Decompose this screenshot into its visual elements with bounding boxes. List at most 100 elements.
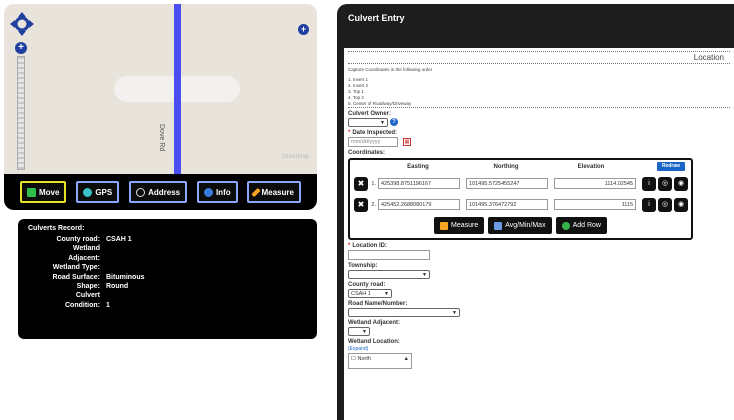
pan-control[interactable]: [10, 12, 34, 36]
pan-arrows-icon[interactable]: [10, 12, 34, 36]
expand-link[interactable]: (Expand): [348, 346, 730, 352]
township-label: Township:: [348, 263, 378, 269]
coordinate-row: ✖ 2. 425452.2688080179 101495.376472792 …: [352, 195, 689, 214]
delete-row-icon[interactable]: ✖: [354, 197, 368, 212]
measure-label: Measure: [451, 222, 479, 229]
record-title: Culverts Record:: [28, 225, 85, 232]
add-row-label: Add Row: [572, 222, 601, 229]
culvert-owner-row: ▼ ?: [348, 117, 730, 127]
info-icon[interactable]: i: [642, 197, 656, 212]
record-row: Wetland Type:: [28, 263, 307, 272]
chevron-down-icon: ▼: [452, 309, 457, 316]
date-inspected-text: Date Inspected:: [352, 130, 398, 136]
record-value: 1: [106, 301, 110, 309]
avg-min-max-button[interactable]: Avg/Min/Max: [488, 217, 552, 234]
date-row: mm/dd/yyyy ▦: [348, 136, 730, 147]
northing-field[interactable]: 101495.5725455247: [466, 178, 548, 189]
order-item: 5. Center of Roadway/Driveway: [348, 101, 412, 106]
delete-row-icon[interactable]: ✖: [354, 176, 368, 191]
coordinate-row: ✖ 1. 425398.8751196167 101495.5725455247…: [352, 174, 689, 193]
chart-icon: [494, 221, 503, 230]
scroll-up-icon[interactable]: ▲: [404, 356, 409, 366]
chevron-down-icon: ▼: [362, 328, 367, 335]
zoom-track[interactable]: [17, 56, 25, 170]
culvert-form: Location Capture Coordinates in the foll…: [344, 48, 734, 420]
pencil-icon: [251, 187, 262, 197]
record-value: Round: [106, 282, 129, 290]
search-icon: [136, 187, 146, 197]
northing-header: Northing: [493, 164, 519, 170]
zoom-in-icon[interactable]: +: [15, 42, 27, 54]
gps-capture-icon[interactable]: ◎: [658, 197, 672, 212]
map-panel[interactable]: Dove Rd StreetMap + + Move GPS Address I…: [4, 4, 317, 210]
panel-title: Culvert Entry: [348, 13, 405, 23]
elevation-field[interactable]: 1114.02545: [554, 178, 636, 189]
map-toolbar: Move GPS Address Info Measure: [4, 174, 317, 210]
coordinates-table: Easting Northing Elevation Redraw ✖ 1. 4…: [348, 158, 693, 240]
info-button-label: Info: [215, 187, 231, 197]
county-road-value: CSAH 1: [351, 290, 371, 297]
elevation-header: Elevation: [577, 164, 605, 170]
info-icon[interactable]: i: [642, 176, 656, 191]
easting-field[interactable]: 425452.2688080179: [378, 199, 460, 210]
move-button[interactable]: Move: [20, 181, 67, 203]
pencil-icon: [440, 221, 448, 230]
township-select[interactable]: ▼: [348, 270, 430, 279]
record-key: Adjacent:: [68, 254, 100, 262]
elevation-field[interactable]: 1115: [554, 199, 636, 210]
wetland-option[interactable]: ☐ North: [351, 356, 371, 366]
measure-tool-label: Measure: [261, 187, 294, 197]
county-road-select[interactable]: CSAH 1 ▼: [348, 289, 392, 298]
calendar-icon[interactable]: ▦: [403, 137, 411, 146]
location-id-text: Location ID:: [352, 243, 388, 249]
record-key: Shape:: [76, 282, 100, 290]
record-key: Road Surface:: [52, 273, 100, 281]
wetland-option-label: North: [357, 356, 371, 362]
record-row: Culvert: [28, 291, 307, 300]
measure-button[interactable]: Measure: [434, 217, 485, 234]
app-root: Dove Rd StreetMap + + Move GPS Address I…: [0, 0, 734, 420]
move-button-label: Move: [39, 187, 60, 197]
location-id-field[interactable]: [348, 250, 430, 260]
address-button[interactable]: Address: [129, 181, 188, 203]
address-button-label: Address: [148, 187, 181, 197]
record-row: Condition: 1: [28, 301, 307, 310]
info-button[interactable]: Info: [196, 181, 238, 203]
help-icon[interactable]: ?: [390, 118, 398, 126]
globe-icon[interactable]: ◉: [674, 176, 688, 191]
coordinate-actions: Measure Avg/Min/Max Add Row: [352, 217, 689, 234]
culvert-owner-select[interactable]: ▼: [348, 118, 388, 127]
record-key: County road:: [56, 236, 100, 243]
record-key: Culvert: [75, 292, 100, 300]
plus-circle-icon: [561, 221, 570, 230]
location-section-header: Location: [348, 51, 730, 64]
record-key: Wetland: [72, 245, 100, 253]
measure-tool-button[interactable]: Measure: [247, 181, 301, 203]
wetland-adjacent-select[interactable]: ▼: [348, 327, 370, 336]
record-row: County road: CSAH 1: [28, 235, 307, 244]
culverts-record-panel: Culverts Record: County road: CSAH 1 Wetl…: [18, 219, 317, 339]
road-name-label: Dove Rd: [158, 124, 165, 152]
gps-capture-icon[interactable]: ◎: [658, 176, 672, 191]
easting-field[interactable]: 425398.8751196167: [378, 178, 460, 189]
record-value: Bituminous: [106, 273, 145, 281]
record-row: Shape: Round: [28, 282, 307, 291]
redraw-button[interactable]: Redraw: [657, 162, 685, 171]
row-number: 2.: [371, 201, 376, 208]
road-name-select[interactable]: ▼: [348, 308, 460, 317]
wetland-location-label: Wetland Location:: [348, 339, 400, 345]
globe-icon[interactable]: ◉: [674, 197, 688, 212]
wetland-adjacent-label: Wetland Adjacent:: [348, 320, 401, 326]
coordinates-header: Easting Northing Elevation: [352, 162, 689, 172]
location-id-label: * Location ID:: [348, 243, 388, 249]
gps-button[interactable]: GPS: [76, 181, 120, 203]
record-row: Wetland: [28, 244, 307, 253]
zoom-slider[interactable]: +: [15, 42, 27, 170]
northing-field[interactable]: 101495.376472792: [466, 199, 548, 210]
expand-map-icon[interactable]: +: [298, 24, 309, 35]
move-icon: [27, 187, 36, 197]
wetland-location-list[interactable]: ☐ North ▲: [348, 353, 412, 369]
date-inspected-field[interactable]: mm/dd/yyyy: [348, 137, 398, 147]
add-row-button[interactable]: Add Row: [555, 217, 607, 234]
avg-min-max-label: Avg/Min/Max: [505, 222, 546, 229]
